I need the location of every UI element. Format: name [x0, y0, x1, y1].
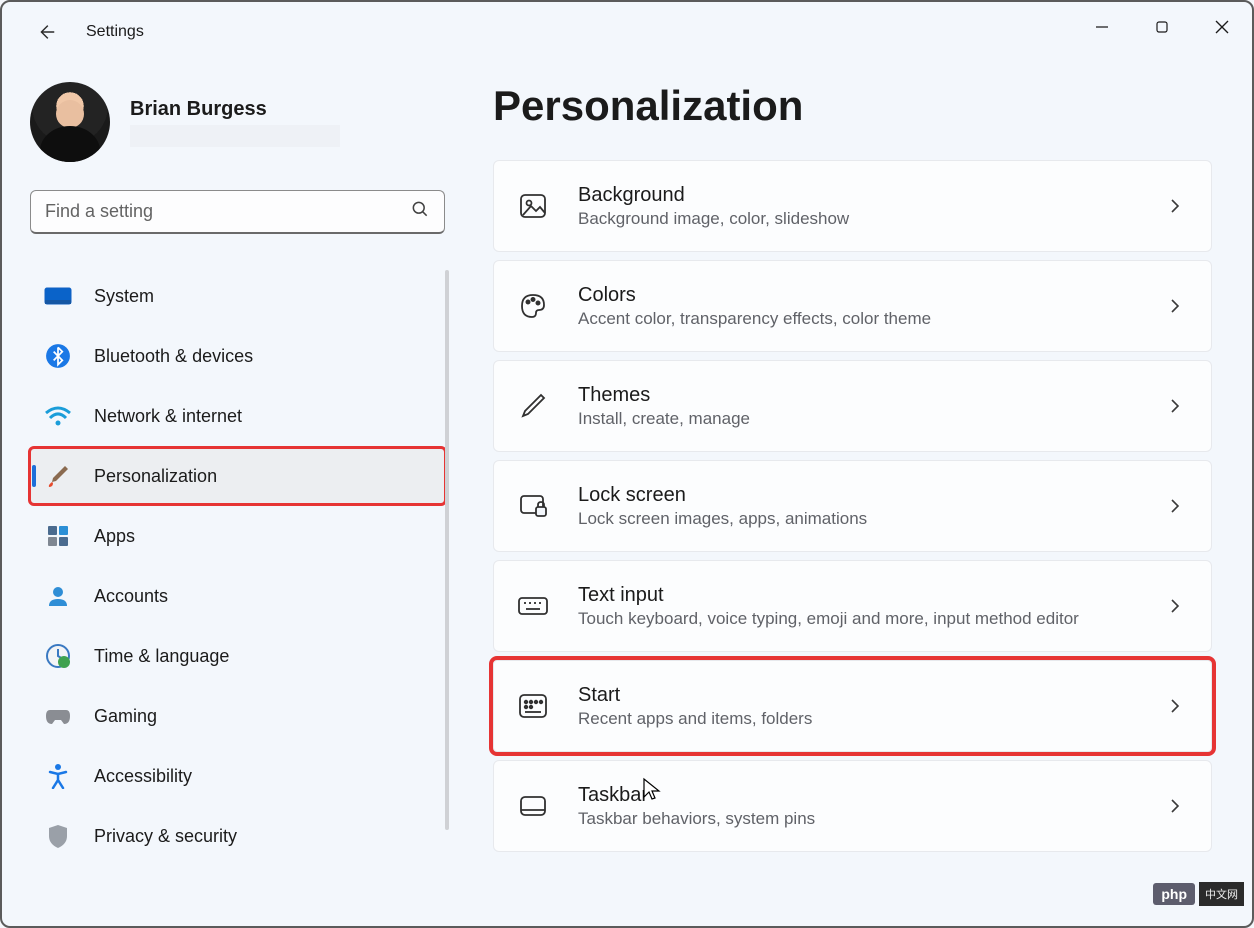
back-button[interactable] [26, 12, 66, 52]
nav-item-privacy[interactable]: Privacy & security [30, 808, 445, 864]
nav-item-accessibility[interactable]: Accessibility [30, 748, 445, 804]
minimize-button[interactable] [1072, 2, 1132, 52]
watermark-php: php [1153, 883, 1195, 905]
page-title: Personalization [493, 82, 1212, 130]
lockscreen-icon [516, 491, 550, 521]
pen-icon [516, 391, 550, 421]
card-title: Text input [578, 584, 1139, 607]
chevron-right-icon [1167, 598, 1183, 614]
gamepad-icon [44, 702, 72, 730]
watermark-cn: 中文网 [1199, 882, 1244, 906]
mouse-cursor-icon [642, 777, 662, 806]
nav-label: Bluetooth & devices [94, 346, 253, 367]
nav-item-personalization[interactable]: Personalization [30, 448, 445, 504]
card-themes[interactable]: Themes Install, create, manage [493, 360, 1212, 452]
titlebar: Settings [2, 2, 1252, 62]
user-name: Brian Burgess [130, 98, 340, 121]
user-block[interactable]: Brian Burgess [30, 82, 445, 162]
card-background[interactable]: Background Background image, color, slid… [493, 160, 1212, 252]
clock-globe-icon [44, 642, 72, 670]
nav-item-accounts[interactable]: Accounts [30, 568, 445, 624]
search-icon [410, 199, 430, 224]
close-button[interactable] [1192, 2, 1252, 52]
system-icon [44, 282, 72, 310]
sidebar: Brian Burgess System [2, 62, 457, 926]
nav-label: Personalization [94, 466, 217, 487]
card-subtitle: Lock screen images, apps, animations [578, 509, 1139, 529]
nav-label: Apps [94, 526, 135, 547]
chevron-right-icon [1167, 798, 1183, 814]
apps-icon [44, 522, 72, 550]
card-subtitle: Install, create, manage [578, 409, 1139, 429]
chevron-right-icon [1167, 698, 1183, 714]
chevron-right-icon [1167, 498, 1183, 514]
card-title: Background [578, 184, 1139, 207]
nav-label: Time & language [94, 646, 229, 667]
body: Brian Burgess System [2, 62, 1252, 926]
nav-item-time[interactable]: Time & language [30, 628, 445, 684]
card-lockscreen[interactable]: Lock screen Lock screen images, apps, an… [493, 460, 1212, 552]
card-subtitle: Recent apps and items, folders [578, 709, 1139, 729]
nav-item-network[interactable]: Network & internet [30, 388, 445, 444]
settings-window: Settings Brian Burgess [0, 0, 1254, 928]
nav-item-system[interactable]: System [30, 268, 445, 324]
card-title: Lock screen [578, 484, 1139, 507]
search-input[interactable] [45, 201, 410, 222]
card-textinput[interactable]: Text input Touch keyboard, voice typing,… [493, 560, 1212, 652]
card-title: Taskbar [578, 784, 1139, 807]
startmenu-icon [516, 692, 550, 720]
card-title: Start [578, 684, 1139, 707]
app-title: Settings [86, 23, 144, 41]
nav-label: Accessibility [94, 766, 192, 787]
window-controls [1072, 2, 1252, 52]
nav-label: Network & internet [94, 406, 242, 427]
card-subtitle: Touch keyboard, voice typing, emoji and … [578, 609, 1139, 629]
nav-label: Privacy & security [94, 826, 237, 847]
maximize-button[interactable] [1132, 2, 1192, 52]
wifi-icon [44, 402, 72, 430]
avatar [30, 82, 110, 162]
search-box[interactable] [30, 190, 445, 234]
accessibility-icon [44, 762, 72, 790]
card-colors[interactable]: Colors Accent color, transparency effect… [493, 260, 1212, 352]
card-subtitle: Background image, color, slideshow [578, 209, 1139, 229]
nav-item-apps[interactable]: Apps [30, 508, 445, 564]
bluetooth-icon [44, 342, 72, 370]
nav-item-bluetooth[interactable]: Bluetooth & devices [30, 328, 445, 384]
card-taskbar[interactable]: Taskbar Taskbar behaviors, system pins [493, 760, 1212, 852]
watermark: php 中文网 [1153, 882, 1244, 906]
chevron-right-icon [1167, 398, 1183, 414]
nav-label: Gaming [94, 706, 157, 727]
paintbrush-icon [44, 462, 72, 490]
shield-icon [44, 822, 72, 850]
card-title: Themes [578, 384, 1139, 407]
nav-list: System Bluetooth & devices Network & int… [30, 268, 445, 864]
card-subtitle: Accent color, transparency effects, colo… [578, 309, 1139, 329]
user-email-redacted [130, 125, 340, 147]
chevron-right-icon [1167, 298, 1183, 314]
person-icon [44, 582, 72, 610]
taskbar-icon [516, 794, 550, 818]
keyboard-icon [516, 594, 550, 618]
nav-label: Accounts [94, 586, 168, 607]
chevron-right-icon [1167, 198, 1183, 214]
palette-icon [516, 291, 550, 321]
nav-label: System [94, 286, 154, 307]
card-subtitle: Taskbar behaviors, system pins [578, 809, 1139, 829]
main-pane: Personalization Background Background im… [457, 62, 1252, 926]
card-start[interactable]: Start Recent apps and items, folders [493, 660, 1212, 752]
card-title: Colors [578, 284, 1139, 307]
picture-icon [516, 191, 550, 221]
nav-item-gaming[interactable]: Gaming [30, 688, 445, 744]
